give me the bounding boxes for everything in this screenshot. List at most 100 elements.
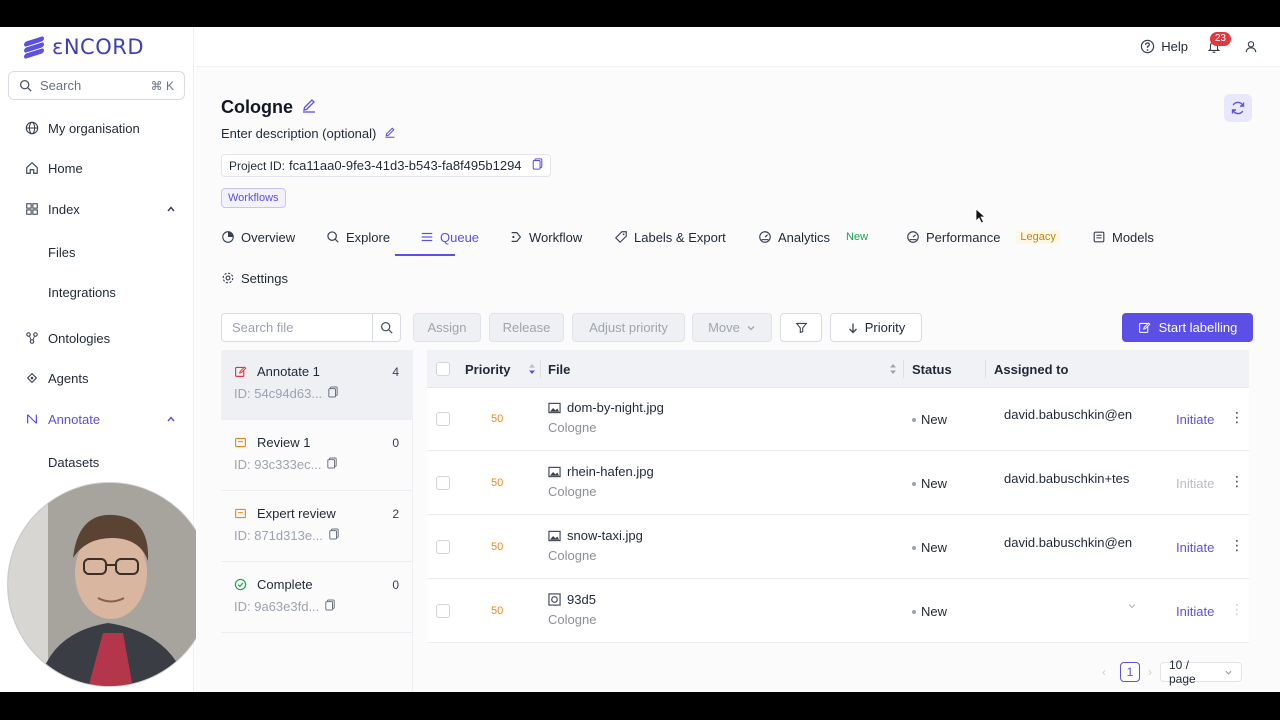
edit-description-icon[interactable] [384, 126, 396, 141]
tab-performance[interactable]: Performance Legacy [906, 227, 1060, 247]
stage-annotate-1[interactable]: Annotate 1 4 ID: 54c94d63... [221, 350, 412, 420]
row-menu-icon[interactable]: ⋮ [1230, 473, 1244, 490]
copy-icon[interactable] [325, 599, 335, 614]
priority-column-header[interactable]: Priority [465, 350, 537, 388]
column-divider [985, 360, 986, 378]
header-label: File [548, 361, 571, 377]
initiate-button[interactable]: Initiate [1176, 540, 1214, 555]
sort-icon [528, 364, 535, 374]
copy-icon[interactable] [329, 528, 339, 543]
edit-icon [1138, 322, 1151, 333]
project-title-text: Cologne [221, 97, 293, 117]
sidebar-item-files[interactable]: Files [48, 245, 75, 260]
dataset-name: Cologne [548, 420, 597, 435]
tab-settings[interactable]: Settings [221, 268, 288, 288]
search-file-button[interactable] [372, 314, 400, 341]
tab-workflow[interactable]: Workflow [509, 227, 582, 247]
sidebar-item-home[interactable]: Home [24, 160, 176, 176]
sidebar-item-datasets[interactable]: Datasets [48, 455, 99, 470]
initiate-button[interactable]: Initiate [1176, 476, 1214, 491]
prev-page-icon[interactable]: ‹ [1102, 665, 1106, 679]
tab-explore[interactable]: Explore [326, 227, 390, 247]
project-description[interactable]: Enter description (optional) [221, 126, 396, 141]
encord-logo[interactable]: ɛNCORD [24, 35, 145, 60]
table-row[interactable]: 50 93d5 Cologne New Initiate ⋮ [427, 580, 1249, 643]
refresh-icon [1231, 101, 1245, 115]
file-cell[interactable]: dom-by-night.jpg Cologne [548, 400, 664, 435]
stage-review-1[interactable]: Review 1 0 ID: 93c333ec... [221, 421, 412, 491]
row-menu-icon[interactable]: ⋮ [1230, 537, 1244, 554]
row-checkbox[interactable] [436, 540, 450, 554]
copy-icon[interactable] [328, 386, 338, 401]
active-tab-indicator [395, 254, 455, 256]
stage-count: 0 [392, 435, 399, 450]
file-cell[interactable]: snow-taxi.jpg Cologne [548, 528, 643, 563]
user-menu-button[interactable] [1244, 39, 1258, 57]
row-checkbox[interactable] [436, 604, 450, 618]
search-icon [380, 321, 393, 334]
sort-priority-button[interactable]: Priority [830, 313, 922, 342]
assignee: david.babuschkin@en [1004, 407, 1133, 422]
checkbox[interactable] [436, 362, 450, 376]
assigned-column-header[interactable]: Assigned to [994, 350, 1068, 388]
assignee-dropdown[interactable] [1127, 599, 1137, 614]
file-search-input[interactable]: Search file [221, 313, 401, 342]
logo-text: ɛNCORD [52, 35, 145, 59]
stage-count: 4 [392, 364, 399, 379]
help-button[interactable]: Help [1140, 39, 1188, 54]
chevron-down-icon [1225, 670, 1232, 675]
page-1-button[interactable]: 1 [1120, 662, 1140, 682]
workflow-stages: Annotate 1 4 ID: 54c94d63... Review 1 0 … [221, 350, 413, 692]
assign-button[interactable]: Assign [413, 313, 481, 342]
tab-labels-export[interactable]: Labels & Export [614, 227, 726, 247]
table-row[interactable]: 50 rhein-hafen.jpg Cologne New david.bab… [427, 452, 1249, 515]
status-cell: New [912, 604, 947, 619]
row-checkbox[interactable] [436, 476, 450, 490]
sidebar-item-integrations[interactable]: Integrations [48, 285, 116, 300]
tab-queue[interactable]: Queue [420, 227, 479, 247]
file-cell[interactable]: rhein-hafen.jpg Cologne [548, 464, 654, 499]
copy-icon[interactable] [327, 457, 338, 472]
file-name: rhein-hafen.jpg [567, 464, 654, 479]
table-row[interactable]: 50 dom-by-night.jpg Cologne New david.ba… [427, 388, 1249, 451]
copy-icon[interactable] [532, 158, 543, 173]
sidebar-search[interactable]: Search ⌘ K [8, 71, 185, 100]
refresh-button[interactable] [1224, 94, 1252, 122]
tag-icon [614, 231, 627, 244]
sidebar-item-annotate[interactable]: Annotate [24, 411, 176, 427]
stage-id: ID: 871d313e... [234, 528, 323, 543]
next-page-icon[interactable]: › [1148, 665, 1152, 679]
select-all-checkbox[interactable] [436, 350, 450, 388]
filter-button[interactable] [780, 313, 822, 342]
search-file-placeholder: Search file [232, 320, 294, 335]
status-text: New [921, 540, 948, 555]
sidebar-item-agents[interactable]: Agents [24, 370, 176, 386]
tab-overview[interactable]: Overview [221, 227, 295, 247]
stage-name: Review 1 [257, 435, 311, 450]
status-text: New [921, 476, 948, 491]
initiate-button[interactable]: Initiate [1176, 412, 1214, 427]
adjust-priority-button[interactable]: Adjust priority [572, 313, 685, 342]
start-labelling-button[interactable]: Start labelling [1122, 313, 1253, 342]
status-column-header[interactable]: Status [912, 350, 952, 388]
stage-expert-review[interactable]: Expert review 2 ID: 871d313e... [221, 492, 412, 562]
row-menu-icon[interactable]: ⋮ [1230, 409, 1244, 426]
stage-complete[interactable]: Complete 0 ID: 9a63e3fd... [221, 563, 412, 633]
tab-models[interactable]: Models [1092, 227, 1154, 247]
sidebar-item-index[interactable]: Index [24, 201, 176, 217]
page-size-select[interactable]: 10 / page [1160, 658, 1242, 686]
row-menu-icon[interactable]: ⋮ [1230, 601, 1244, 618]
move-dropdown[interactable]: Move [692, 313, 772, 342]
row-checkbox[interactable] [436, 412, 450, 426]
release-button[interactable]: Release [489, 313, 564, 342]
sidebar-item-my-organisation[interactable]: My organisation [24, 120, 176, 136]
tab-analytics[interactable]: Analytics New [758, 227, 868, 247]
tab-label: Explore [346, 229, 391, 245]
sidebar-item-ontologies[interactable]: Ontologies [24, 330, 176, 346]
table-row[interactable]: 50 snow-taxi.jpg Cologne New david.babus… [427, 516, 1249, 579]
initiate-button[interactable]: Initiate [1176, 604, 1214, 619]
file-cell[interactable]: 93d5 Cologne [548, 592, 596, 627]
edit-title-icon[interactable] [301, 97, 317, 118]
file-column-header[interactable]: File [548, 350, 898, 388]
sort-icon [890, 364, 896, 374]
